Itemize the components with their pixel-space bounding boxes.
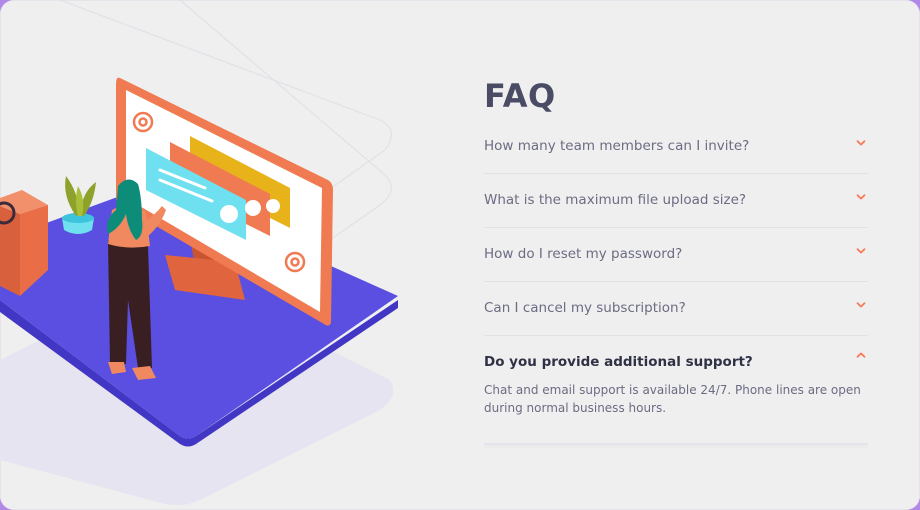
chat-dot <box>220 205 238 223</box>
chevron-down-icon[interactable] <box>856 300 866 310</box>
woman-online-illustration <box>0 0 398 505</box>
faq-title: FAQ <box>484 77 556 115</box>
faq-answer: Chat and email support is available 24/7… <box>484 383 861 415</box>
chevron-down-icon[interactable] <box>856 138 866 148</box>
faq-item[interactable]: How many team members can I invite? <box>484 120 868 174</box>
faq-question[interactable]: How many team members can I invite? <box>484 120 868 173</box>
chevron-down-icon[interactable] <box>856 246 866 256</box>
chat-dot <box>266 199 280 213</box>
faq-question[interactable]: What is the maximum file upload size? <box>484 174 868 227</box>
faq-question[interactable]: Can I cancel my subscription? <box>484 282 868 335</box>
faq-item-open[interactable]: Do you provide additional support? Chat … <box>484 336 868 443</box>
faq-section: FAQ How many team members can I invite? … <box>484 74 868 445</box>
faq-item[interactable]: Can I cancel my subscription? <box>484 282 868 336</box>
faq-item[interactable]: What is the maximum file upload size? <box>484 174 868 228</box>
faq-bottom-divider <box>484 443 868 445</box>
chevron-down-icon[interactable] <box>856 192 866 202</box>
chat-dot <box>245 200 261 216</box>
faq-card: FAQ How many team members can I invite? … <box>0 0 920 510</box>
faq-question[interactable]: Do you provide additional support? <box>484 336 868 381</box>
chevron-up-icon[interactable] <box>856 350 866 360</box>
faq-question[interactable]: How do I reset my password? <box>484 228 868 281</box>
faq-item[interactable]: How do I reset my password? <box>484 228 868 282</box>
